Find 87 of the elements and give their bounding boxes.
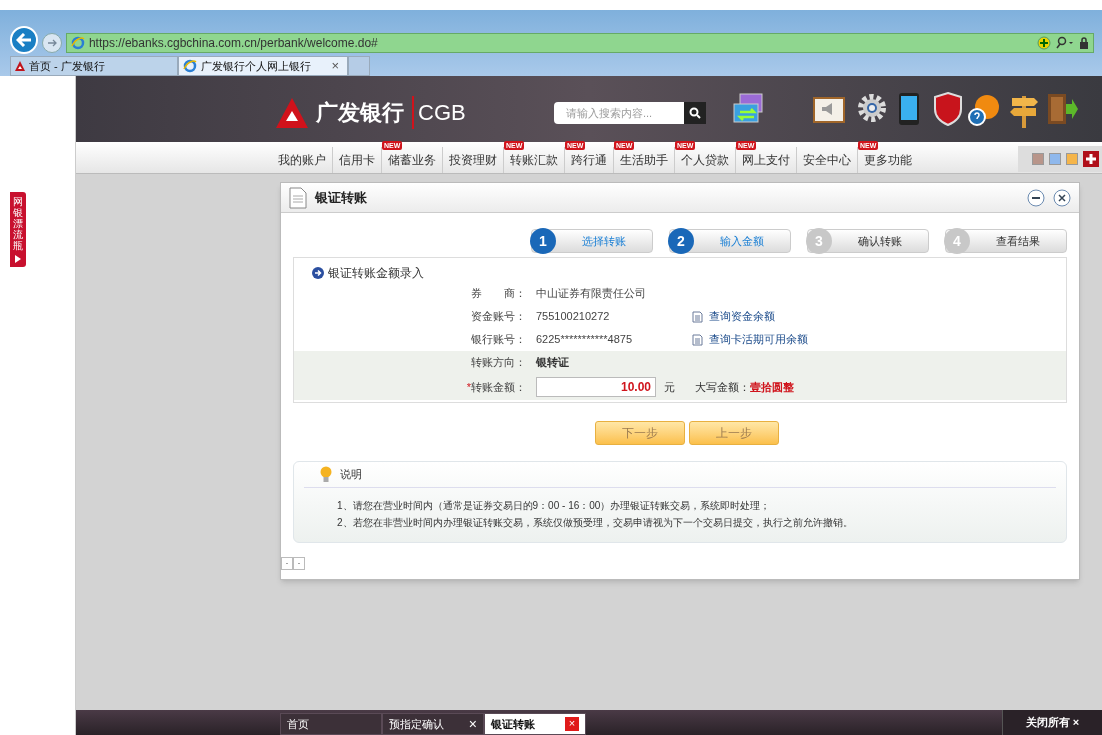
window-tab[interactable]: 银证转账 × (484, 713, 586, 735)
bank-logo-icon (15, 61, 25, 71)
pager-button[interactable]: · (281, 557, 293, 570)
close-tab-button[interactable]: × (327, 56, 343, 76)
close-icon (1053, 188, 1071, 207)
minimize-icon (1027, 188, 1045, 207)
exit-door-icon[interactable] (1046, 92, 1078, 126)
field-label: *转账金额： (465, 379, 527, 395)
browser-tab[interactable]: 广发银行个人网上银行 × (178, 56, 348, 76)
search-button[interactable] (684, 102, 706, 124)
back-arrow-icon (15, 33, 32, 47)
add-icon[interactable] (1083, 151, 1099, 167)
amount-in-words: 壹拾圆整 (750, 379, 794, 395)
close-all-button[interactable]: 关闭所有 × (1002, 710, 1102, 735)
window-tab[interactable]: 预指定确认 × (382, 713, 484, 735)
search-field[interactable]: 请输入搜索内容... (554, 102, 684, 124)
nav-link[interactable]: 网上支付 (736, 151, 796, 169)
unit-label: 元 (664, 379, 675, 395)
url-text: https://ebanks.cgbchina.com.cn/perbank/welcome.do# (88, 35, 378, 52)
transfer-icon[interactable] (732, 92, 766, 126)
address-field[interactable]: https://ebanks.cgbchina.com.cn/perbank/welcome.do# (65, 33, 1094, 53)
dialog-title: 银证转账 (315, 188, 367, 207)
step-number: 2 (668, 228, 694, 254)
arrow-right-icon (312, 267, 324, 279)
shield-icon[interactable] (934, 92, 962, 126)
close-tab-button[interactable]: × (468, 713, 477, 735)
document-icon (692, 333, 703, 346)
skin-swatch[interactable] (1049, 153, 1061, 165)
nav-link[interactable]: 信用卡 (333, 151, 381, 169)
window-tab[interactable]: 首页 (280, 713, 382, 735)
tab-title: 首页 - 广发银行 (29, 58, 106, 74)
browser-tab[interactable]: 首页 - 广发银行 (10, 56, 178, 76)
nav-link[interactable]: 我的账户 (272, 151, 332, 169)
bank-name: 广发银行 (316, 99, 404, 127)
browser-icon (70, 36, 85, 50)
settings-icon[interactable] (856, 92, 888, 124)
nav-link[interactable]: 转账汇款 (504, 151, 564, 169)
skin-swatch[interactable] (1066, 153, 1078, 165)
field-label: 银行账号： (470, 332, 527, 348)
step-number: 1 (530, 228, 556, 254)
field-label: 大写金额： (695, 379, 750, 395)
field-value: 755100210272 (536, 309, 611, 325)
field-value: 银转证 (536, 355, 569, 371)
bank-logo-icon (276, 97, 308, 128)
nav-link[interactable]: 跨行通 (565, 151, 613, 169)
bank-name-en: CGB (412, 96, 466, 129)
note-text: 1、请您在营业时间内（通常是证券交易日的9：00 - 16：00）办理银证转账交易，系统即时处理； (337, 499, 772, 513)
document-icon (289, 186, 307, 209)
forward-arrow-icon (46, 39, 57, 47)
query-link[interactable]: 查询卡活期可用余额 (709, 331, 808, 348)
compatibility-icon (1037, 36, 1051, 50)
document-icon (692, 310, 703, 323)
nav-link[interactable]: 生活助手 (614, 151, 674, 169)
back-button[interactable] (10, 26, 38, 54)
pager-button[interactable]: · (293, 557, 305, 570)
nav-link[interactable]: 投资理财 (443, 151, 503, 169)
step-label: 输入金额 (719, 233, 765, 249)
mobile-phone-icon[interactable] (898, 92, 920, 126)
lock-icon (1079, 37, 1089, 49)
field-label: 转账方向： (470, 355, 527, 371)
step-label: 查看结果 (995, 233, 1041, 249)
step-label: 确认转账 (857, 233, 903, 249)
nav-link[interactable]: 个人贷款 (675, 151, 735, 169)
field-value: 6225***********4875 (536, 332, 634, 348)
nav-link[interactable]: 安全中心 (797, 151, 857, 169)
field-label: 资金账号： (470, 309, 527, 325)
notes-title: 说明 (340, 467, 362, 483)
nav-link[interactable]: 储蓄业务 (382, 151, 442, 169)
search-icon (1055, 36, 1075, 50)
plus-icon (1086, 154, 1096, 164)
caret-icon (15, 255, 21, 263)
help-headset-icon[interactable] (966, 92, 1002, 128)
query-link[interactable]: 查询资金余额 (709, 308, 775, 325)
side-tab[interactable]: 网银漂流瓶 (10, 192, 26, 267)
step-label: 选择转账 (581, 233, 627, 249)
close-tab-button[interactable]: × (565, 717, 579, 731)
tab-title: 广发银行个人网上银行 (201, 58, 312, 74)
field-value: 中山证券有限责任公司 (536, 286, 647, 302)
note-text: 2、若您在非营业时间内办理银证转账交易，系统仅做预受理，交易申请视为下一个交易日提交，执行之前允许撤销。 (337, 516, 854, 530)
field-label: 券 商： (470, 286, 527, 302)
section-title: 银证转账金额录入 (328, 265, 424, 282)
nav-link[interactable]: 更多功能 (858, 151, 918, 169)
skin-swatch[interactable] (1032, 153, 1044, 165)
amount-field[interactable]: 10.00 (536, 377, 656, 397)
light-bulb-icon (320, 465, 332, 484)
search-icon (689, 107, 701, 119)
browser-icon (183, 59, 197, 73)
